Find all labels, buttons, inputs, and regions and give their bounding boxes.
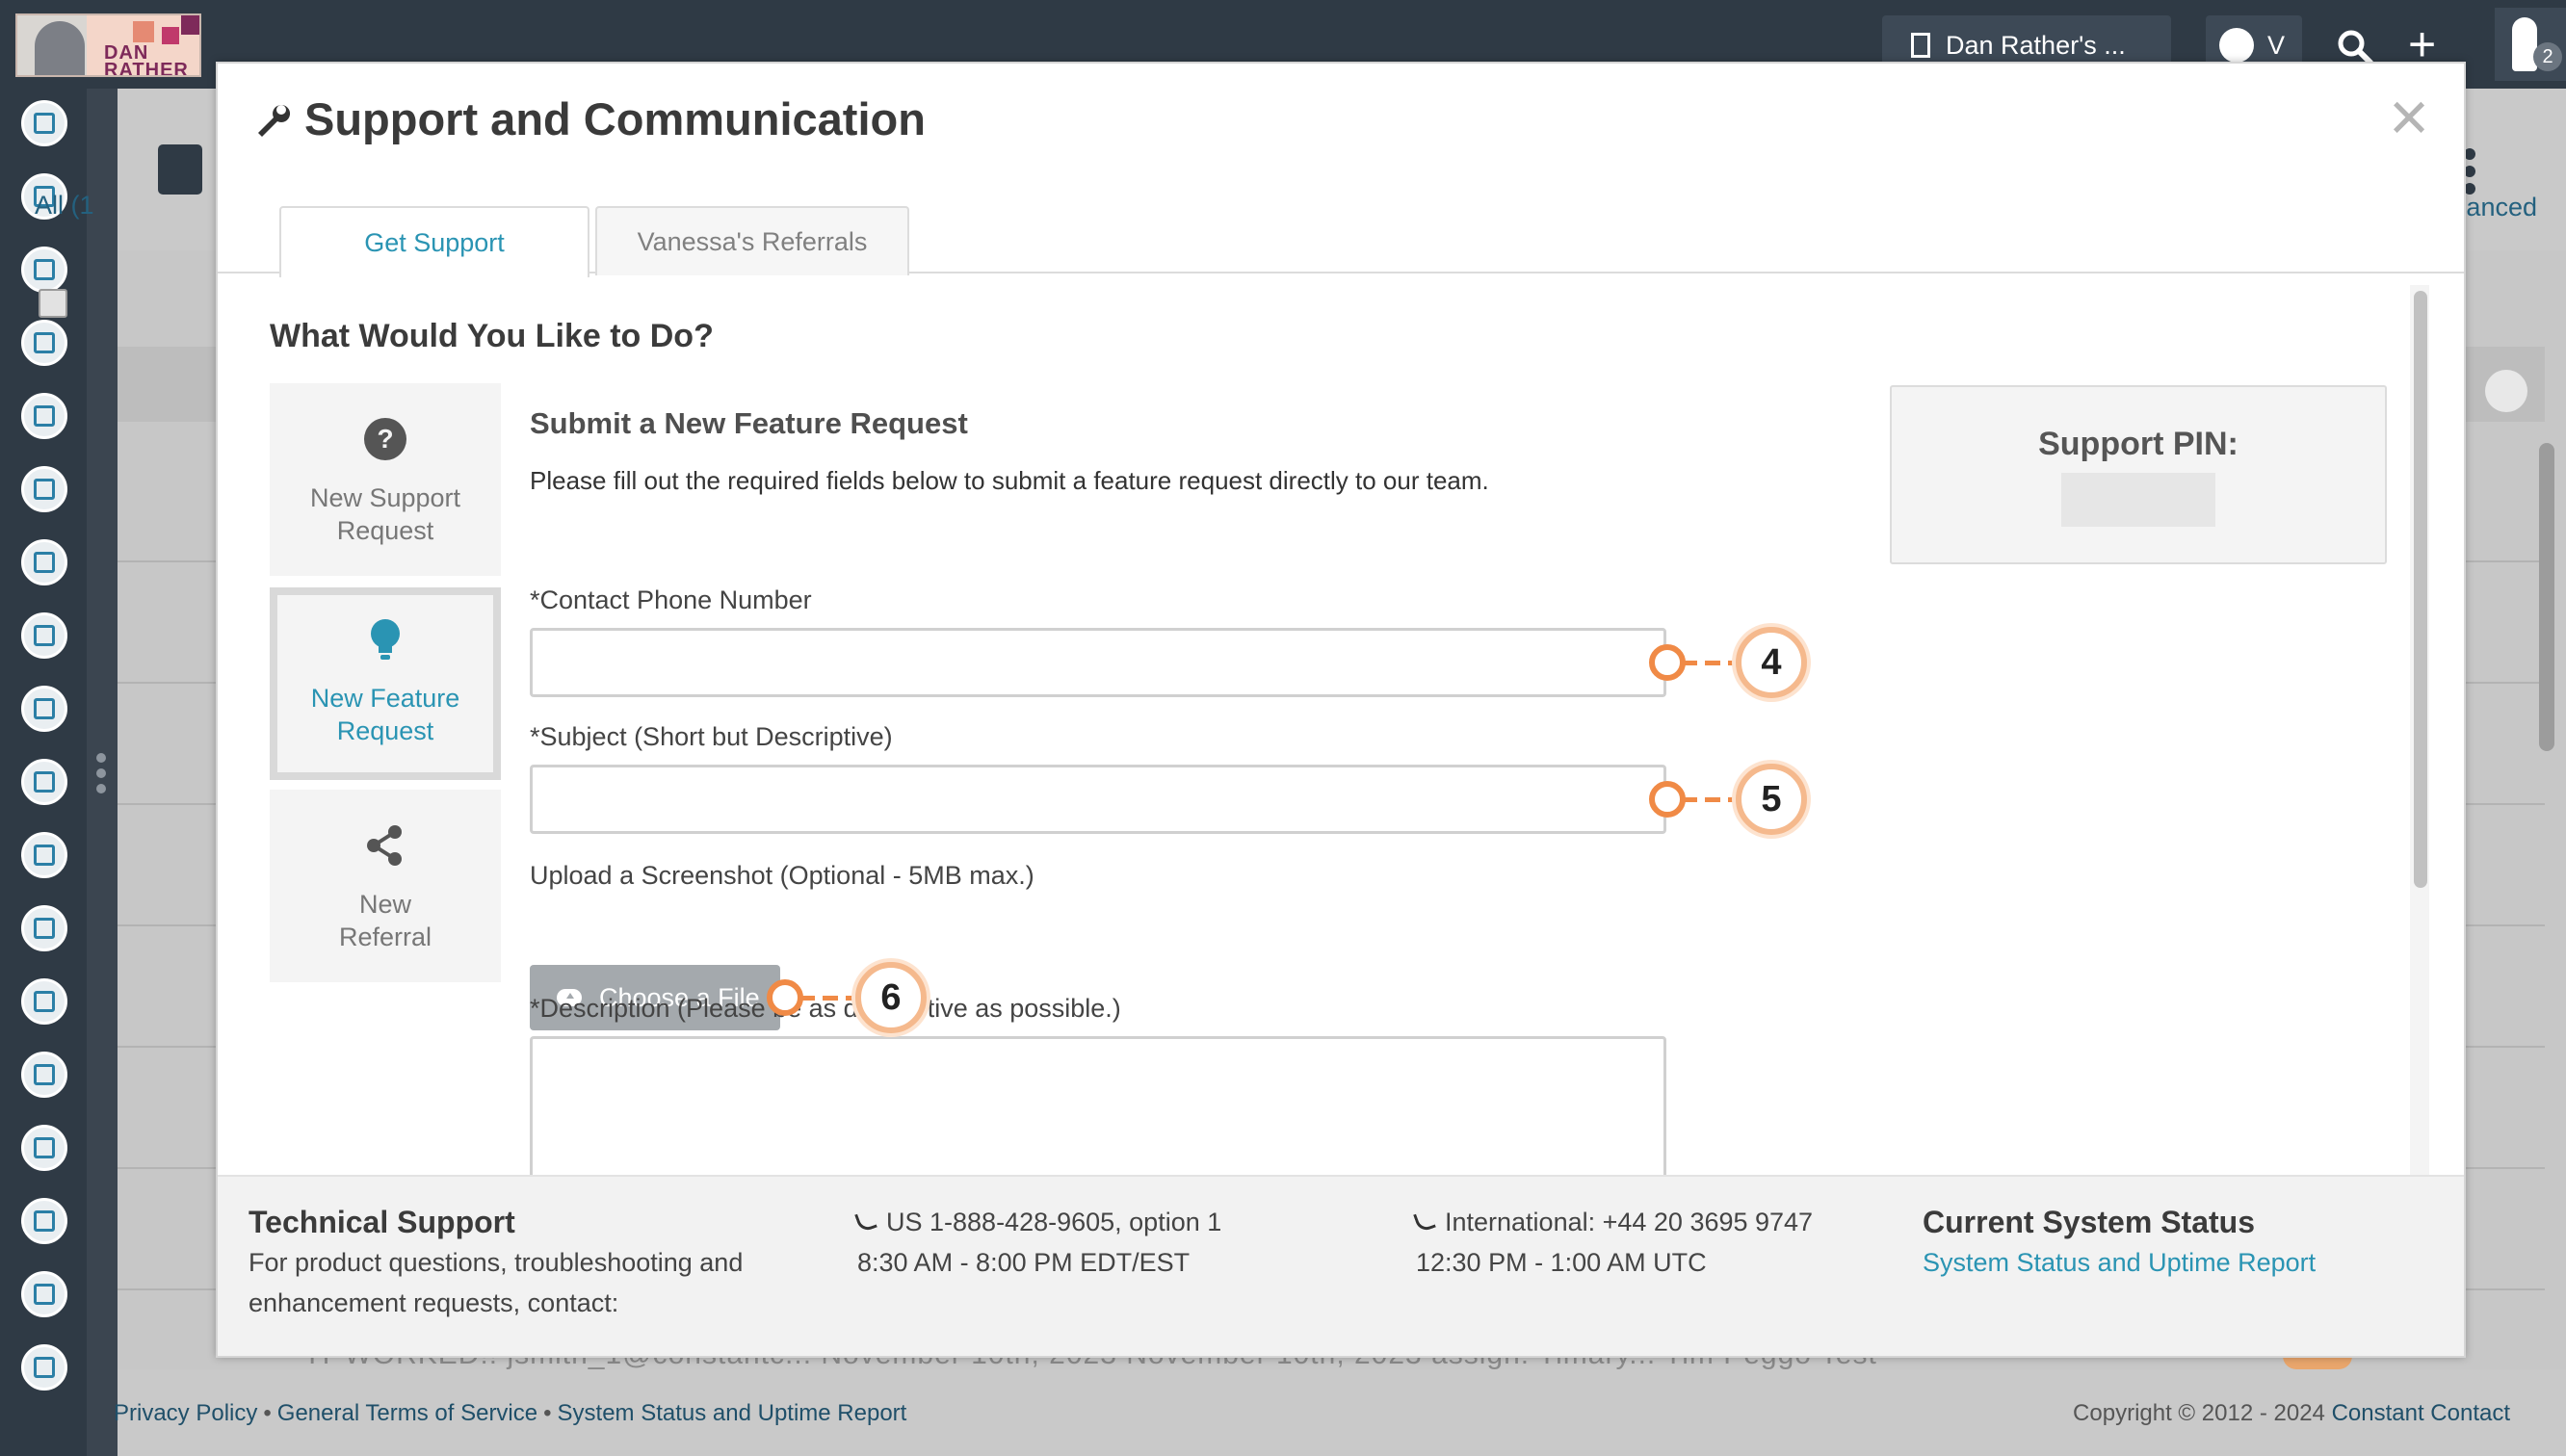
drag-handle-icon[interactable] xyxy=(96,753,106,799)
share-icon xyxy=(367,825,402,866)
add-icon[interactable]: + xyxy=(2408,20,2436,68)
page-scrollbar xyxy=(2539,443,2554,751)
phone-icon xyxy=(1413,1209,1436,1234)
terms-of-service-link[interactable]: General Terms of Service xyxy=(277,1400,537,1426)
subject-input[interactable] xyxy=(530,765,1666,834)
option-new-feature-request[interactable]: New Feature Request xyxy=(270,587,501,780)
support-pin-value xyxy=(2061,473,2215,527)
callout-connector xyxy=(799,996,853,1001)
phone-label: *Contact Phone Number xyxy=(530,585,812,614)
calendar-icon[interactable] xyxy=(21,905,67,951)
contacts-book-icon xyxy=(158,144,202,195)
copyright: Copyright © 2012 - 2024 Constant Contact xyxy=(2073,1400,2510,1426)
launch-button[interactable]: 2 xyxy=(2495,8,2566,81)
support-pin-title: Support PIN: xyxy=(2038,426,2239,462)
callout-connector xyxy=(1682,797,1736,802)
svg-text:?: ? xyxy=(377,424,393,454)
phone-icon xyxy=(854,1209,877,1234)
modal-title: Support and Communication xyxy=(252,92,926,145)
callout-4: 4 xyxy=(1736,627,1807,698)
gear-icon xyxy=(2485,370,2527,412)
user-star-icon[interactable] xyxy=(21,1198,67,1244)
user-initial: V xyxy=(2267,30,2286,60)
phone-input[interactable] xyxy=(530,628,1666,697)
sidebar-resize-handle[interactable] xyxy=(87,89,118,1456)
international-phone-section: International: +44 20 3695 9747 12:30 PM… xyxy=(1413,1202,1813,1283)
modal-footer: Technical Support For product questions,… xyxy=(218,1175,2464,1356)
section-heading: What Would You Like to Do? xyxy=(270,318,714,354)
system-status-link[interactable]: System Status and Uptime Report xyxy=(1923,1242,2316,1283)
logo-portrait xyxy=(35,21,85,75)
all-filter-tab: All (1 xyxy=(35,191,94,220)
map-icon[interactable] xyxy=(21,320,67,366)
list-icon[interactable] xyxy=(21,466,67,512)
tab-referrals[interactable]: Vanessa's Referrals xyxy=(595,206,909,275)
notification-badge: 2 xyxy=(2533,42,2562,71)
constant-contact-link[interactable]: Constant Contact xyxy=(2332,1400,2510,1426)
technical-support-section: Technical Support For product questions,… xyxy=(249,1205,744,1317)
thumbs-up-icon[interactable] xyxy=(21,686,67,732)
branch-icon[interactable] xyxy=(21,393,67,439)
privacy-policy-link[interactable]: Privacy Policy xyxy=(114,1400,257,1426)
callout-marker xyxy=(1649,781,1686,818)
tab-get-support[interactable]: Get Support xyxy=(279,206,589,277)
close-icon[interactable]: × xyxy=(2389,83,2429,152)
gallery-icon[interactable] xyxy=(21,832,67,878)
system-status-section: Current System Status System Status and … xyxy=(1923,1202,2316,1283)
advanced-search-link: anced xyxy=(2466,193,2537,221)
option-new-support-request[interactable]: ? New Support Request xyxy=(270,383,501,576)
rocket-icon xyxy=(2512,17,2537,71)
lightbulb-icon xyxy=(371,619,400,660)
footer-links: Privacy Policy • General Terms of Service •… xyxy=(114,1400,907,1426)
bar-chart-icon[interactable] xyxy=(21,1271,67,1317)
modal-body: What Would You Like to Do? ? New Support… xyxy=(218,275,2464,1238)
callout-6: 6 xyxy=(855,962,927,1033)
organization-name: Dan Rather's ... xyxy=(1946,30,2126,60)
callout-marker xyxy=(767,979,803,1016)
us-phone-section: US 1-888-428-9605, option 1 8:30 AM - 8:… xyxy=(854,1202,1221,1283)
headset-icon[interactable] xyxy=(21,1125,67,1171)
question-circle-icon: ? xyxy=(364,418,406,460)
modal-tabs: Get Support Vanessa's Referrals xyxy=(218,206,2464,277)
subject-label: *Subject (Short but Descriptive) xyxy=(530,722,893,751)
select-all-checkbox xyxy=(39,289,67,318)
modal-scrollbar[interactable] xyxy=(2414,291,2427,888)
callout-marker xyxy=(1649,644,1686,681)
form-title: Submit a New Feature Request xyxy=(530,406,968,440)
chart-icon[interactable] xyxy=(21,1052,67,1098)
plug-icon[interactable] xyxy=(21,1344,67,1391)
callout-5: 5 xyxy=(1736,764,1807,835)
building-icon xyxy=(1911,33,1930,58)
tv-icon[interactable] xyxy=(21,759,67,805)
contacts-icon[interactable] xyxy=(21,100,67,146)
logo-text: DAN RATHER xyxy=(104,42,189,77)
wrench-icon xyxy=(258,104,291,137)
form-description: Please fill out the required fields belo… xyxy=(530,466,1489,495)
support-pin-box: Support PIN: xyxy=(1890,385,2387,564)
megaphone-icon[interactable] xyxy=(21,539,67,585)
option-new-referral[interactable]: New Referral xyxy=(270,790,501,982)
clipboard-icon[interactable] xyxy=(21,247,67,293)
brand-logo[interactable]: DAN RATHER xyxy=(15,13,201,77)
upload-label: Upload a Screenshot (Optional - 5MB max.… xyxy=(530,861,1034,890)
system-status-footer-link[interactable]: System Status and Uptime Report xyxy=(558,1400,907,1426)
avatar-icon xyxy=(2219,28,2254,63)
callout-connector xyxy=(1682,661,1736,665)
handshake-icon[interactable] xyxy=(21,978,67,1025)
search-icon[interactable] xyxy=(2337,29,2373,65)
survey-icon[interactable] xyxy=(21,612,67,659)
support-modal: Support and Communication × Get Support … xyxy=(216,62,2466,1358)
